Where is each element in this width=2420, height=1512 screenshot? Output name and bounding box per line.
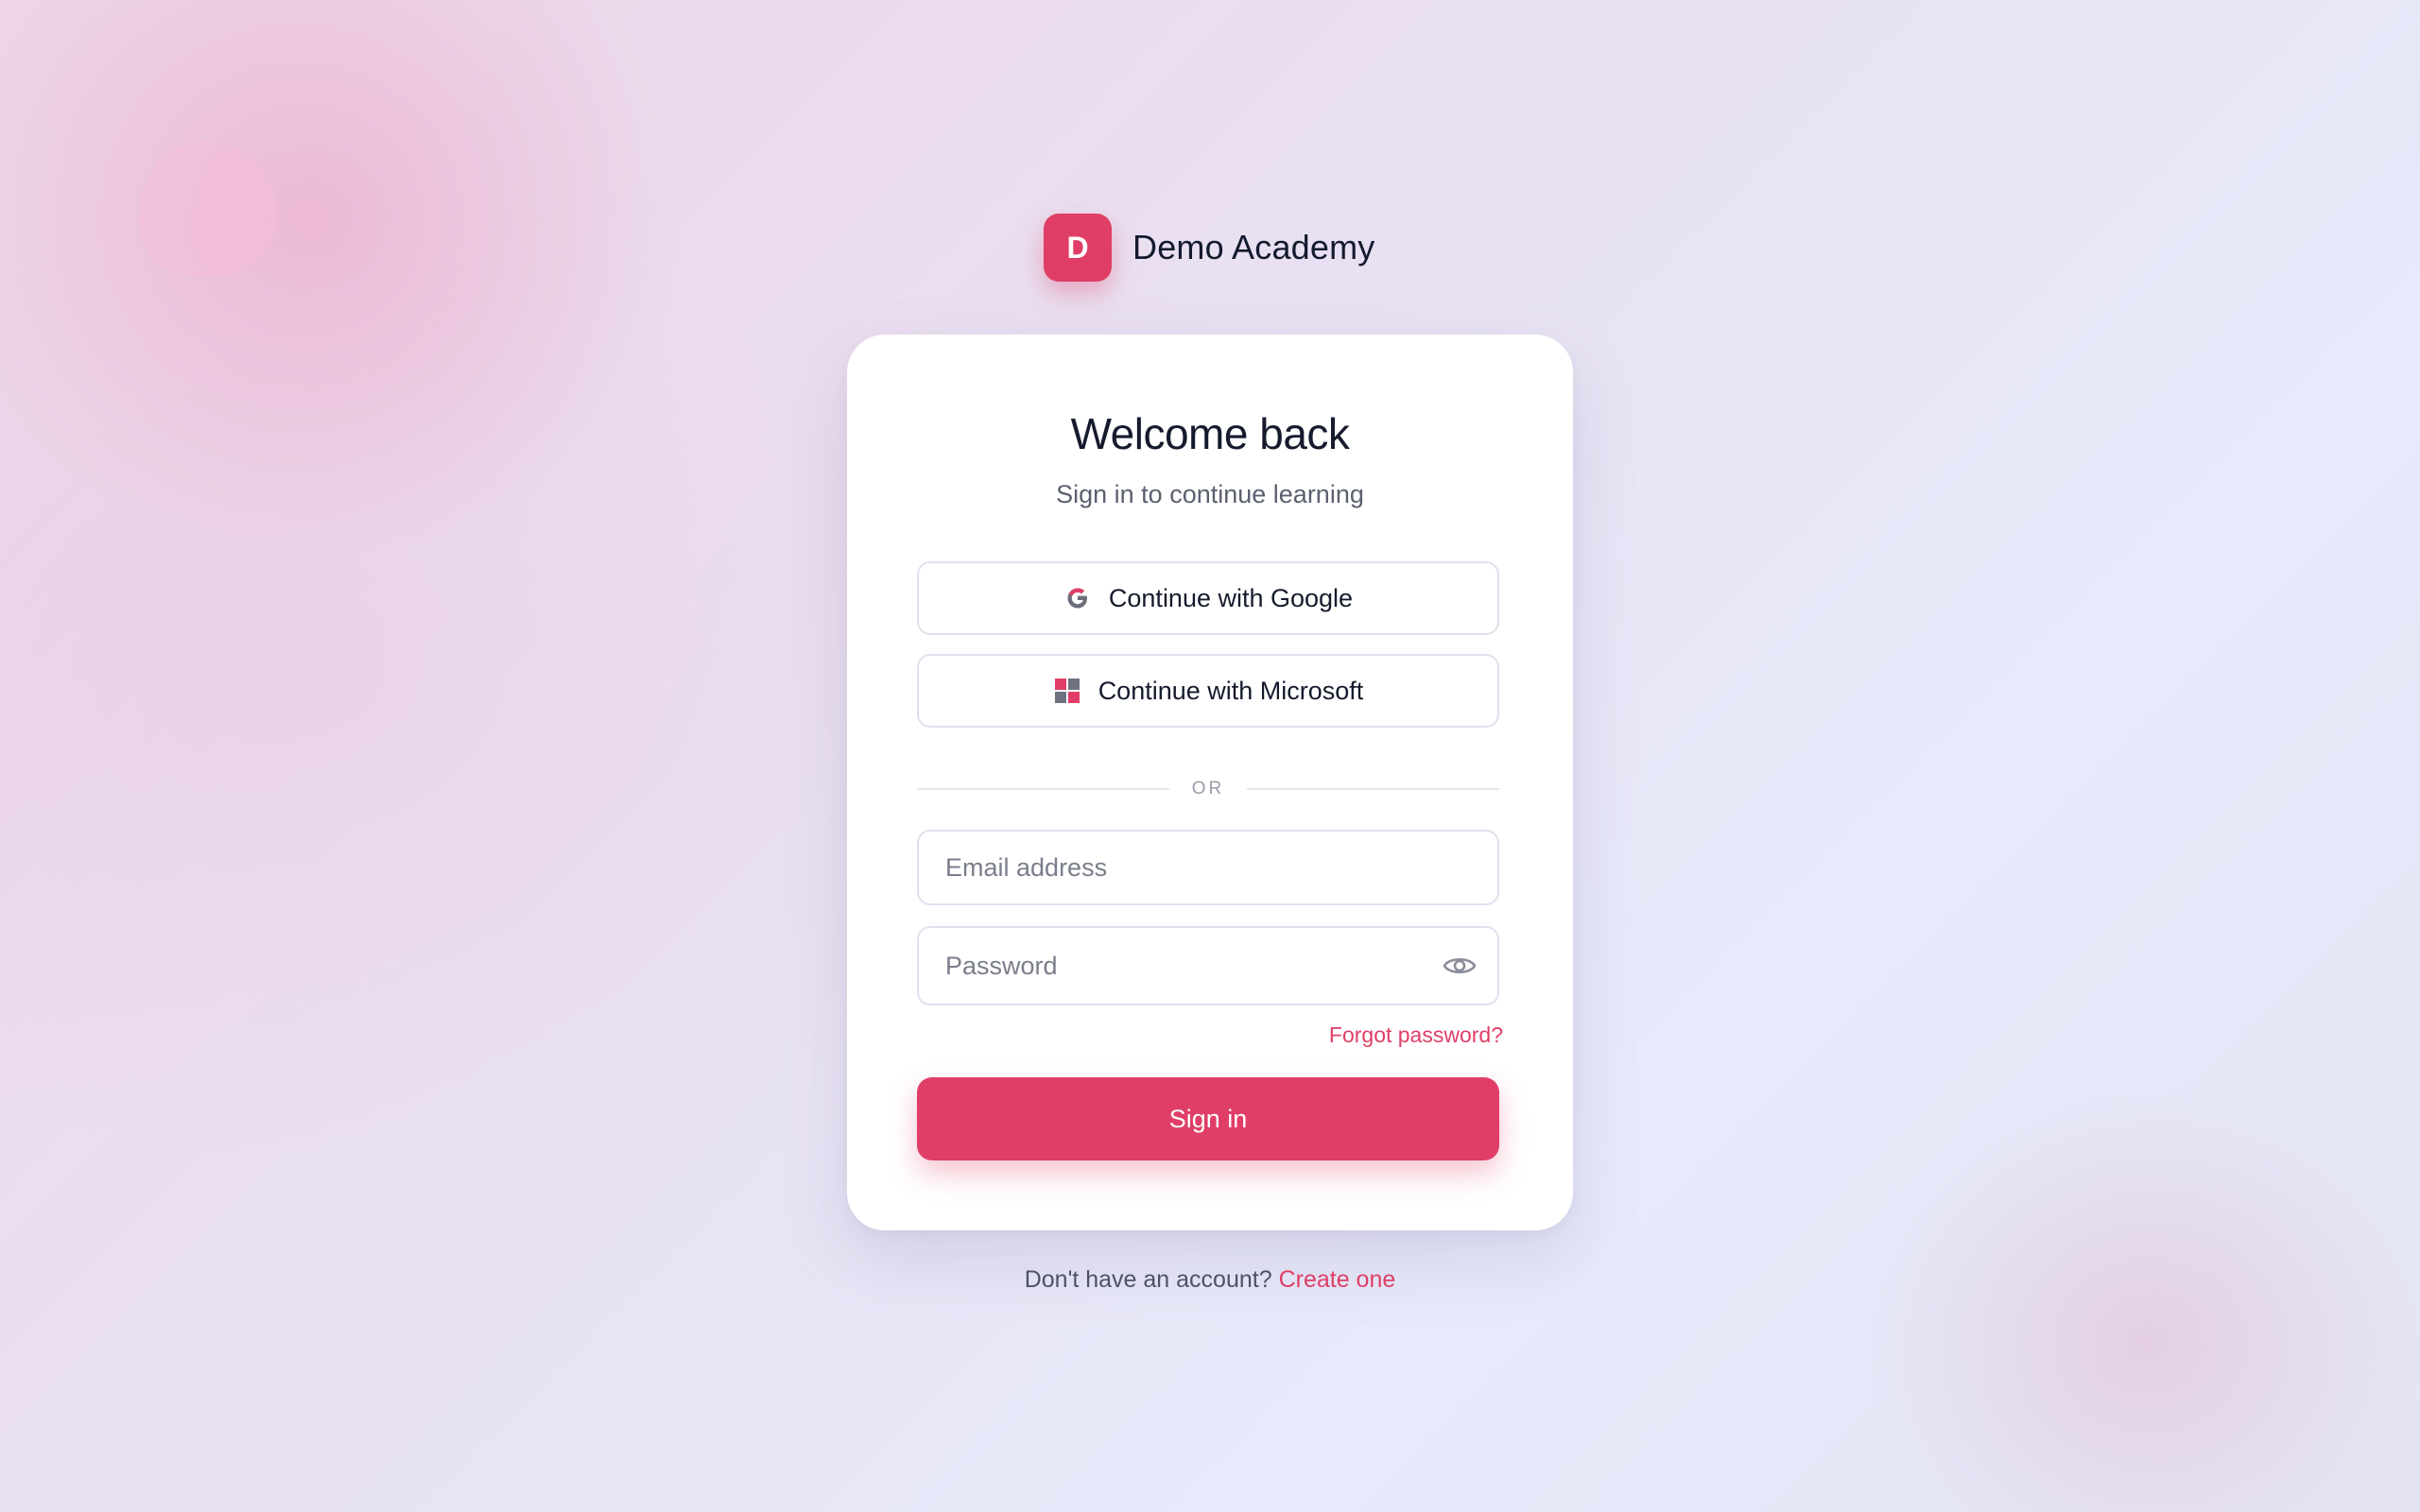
divider-text: OR [1191, 779, 1225, 799]
brand-name: Demo Academy [1132, 228, 1375, 266]
divider-line-right [1247, 788, 1499, 790]
microsoft-button-label: Continue with Microsoft [1098, 676, 1364, 705]
page-title: Welcome back [1070, 409, 1350, 458]
eye-icon[interactable] [1443, 951, 1477, 981]
microsoft-icon [1053, 677, 1081, 705]
brand-logo: D [1044, 214, 1112, 282]
background-blob [139, 142, 276, 276]
or-divider: OR [917, 775, 1499, 803]
brand-header: D Demo Academy [1044, 214, 1375, 282]
password-field[interactable] [917, 926, 1499, 1005]
sign-in-button[interactable]: Sign in [917, 1077, 1499, 1160]
password-field-wrapper [917, 926, 1499, 1005]
google-button-label: Continue with Google [1108, 583, 1354, 612]
signup-footer: Don't have an account? Create one [0, 1266, 2420, 1294]
login-card: Welcome back Sign in to continue learnin… [847, 335, 1573, 1230]
google-icon [1063, 584, 1092, 612]
forgot-password-link[interactable]: Forgot password? [1329, 1022, 1503, 1048]
continue-with-microsoft-button[interactable]: Continue with Microsoft [917, 654, 1499, 728]
email-field[interactable] [917, 830, 1499, 905]
divider-line-left [917, 788, 1169, 790]
continue-with-google-button[interactable]: Continue with Google [917, 561, 1499, 635]
create-account-link[interactable]: Create one [1279, 1266, 1396, 1293]
page-subtitle: Sign in to continue learning [1056, 480, 1364, 508]
signup-prompt: Don't have an account? [1024, 1266, 1272, 1293]
